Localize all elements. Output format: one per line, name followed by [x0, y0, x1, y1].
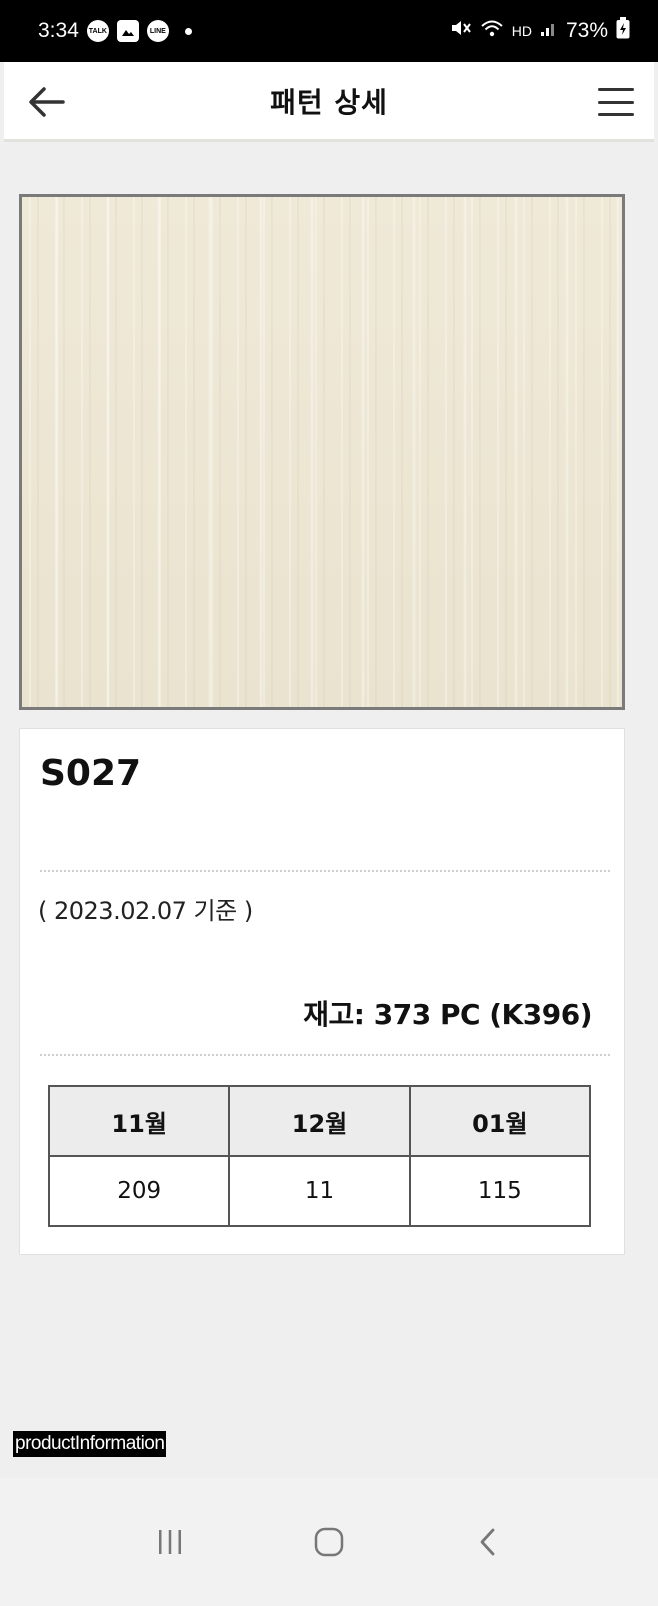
home-icon [314, 1527, 344, 1557]
gallery-icon [116, 20, 139, 42]
stock-quantity: 재고: 373 PC (K396) [303, 998, 592, 1031]
status-right: HD 73% [450, 17, 630, 45]
month-header-01: 01월 [408, 1085, 592, 1157]
page-title: 패턴 상세 [270, 85, 388, 119]
status-bar: 3:34 TALK LINE HD 73% [0, 0, 658, 62]
debug-label: productInformation [13, 1431, 167, 1457]
table-header-row: 11월 12월 01월 [47, 1085, 592, 1157]
navigation-bar [0, 1478, 658, 1606]
divider [40, 1054, 610, 1056]
table-row: 209 11 115 [47, 1155, 592, 1227]
hd-voice-icon: HD [511, 23, 532, 39]
month-value-12: 11 [228, 1155, 411, 1227]
back-chevron-icon [480, 1528, 495, 1556]
home-button[interactable] [299, 1517, 359, 1567]
battery-percent: 73% [565, 19, 608, 42]
more-notifications-dot-icon [184, 27, 192, 35]
month-value-01: 115 [408, 1155, 592, 1227]
recents-icon [158, 1530, 181, 1554]
product-code: S027 [40, 753, 142, 794]
talk-icon: TALK [86, 20, 109, 42]
signal-icon [540, 19, 558, 43]
product-info-card: S027 ( 2023.02.07 기준 ) 재고: 373 PC (K396)… [19, 728, 625, 1255]
month-header-11: 11월 [47, 1085, 231, 1157]
as-of-date: ( 2023.02.07 기준 ) [38, 897, 253, 925]
status-left: 3:34 TALK LINE [38, 19, 192, 43]
hamburger-line [598, 113, 634, 116]
hamburger-line [598, 100, 634, 104]
system-back-button[interactable] [458, 1517, 518, 1567]
line-icon: LINE [146, 20, 169, 42]
app-bar: 패턴 상세 [4, 62, 654, 142]
monthly-stock-table: 11월 12월 01월 209 11 115 [47, 1085, 592, 1227]
back-arrow-icon [29, 87, 65, 117]
recents-button[interactable] [140, 1517, 200, 1567]
pattern-image [19, 194, 625, 710]
divider [40, 870, 610, 872]
status-time: 3:34 [38, 19, 79, 42]
battery-charging-icon [616, 17, 630, 45]
wifi-icon [480, 18, 504, 44]
mute-icon [450, 18, 472, 44]
back-button[interactable] [26, 82, 66, 122]
month-header-12: 12월 [228, 1085, 411, 1157]
month-value-11: 209 [47, 1155, 231, 1227]
hamburger-menu-icon [598, 88, 634, 91]
menu-button[interactable] [596, 84, 636, 120]
